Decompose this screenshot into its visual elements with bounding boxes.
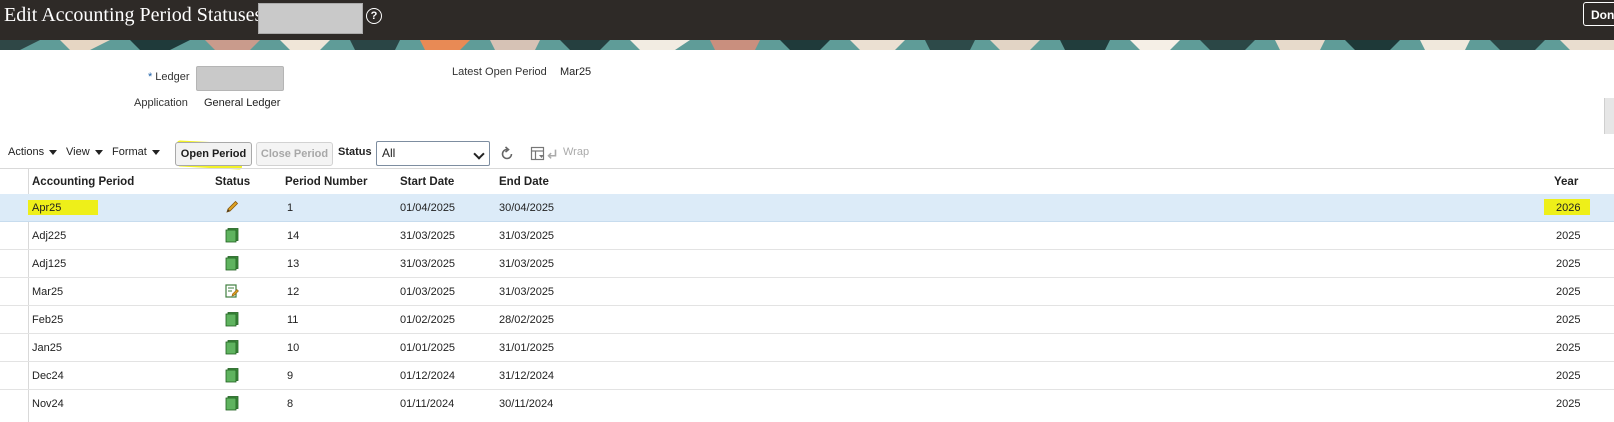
cell-year: 2025: [1556, 314, 1581, 326]
cell-year: 2025: [1556, 370, 1581, 382]
caret-down-icon: [49, 149, 58, 155]
table-row[interactable]: Nov24 8 01/11/2024 30/11/2024 2025: [0, 390, 1614, 418]
table-row[interactable]: Adj125 13 31/03/2025 31/03/2025 2025: [0, 250, 1614, 278]
view-menu-label: View: [66, 146, 90, 158]
wrap-icon: [547, 149, 557, 159]
done-button[interactable]: Done: [1583, 2, 1614, 26]
cell-period: Dec24: [32, 370, 64, 382]
cell-year: 2025: [1556, 398, 1581, 410]
format-menu[interactable]: Format: [112, 146, 160, 158]
scrollbar-thumb[interactable]: [1604, 98, 1614, 134]
redacted-ledger-name: [258, 3, 363, 34]
cell-period-number: 1: [287, 202, 294, 214]
cell-period-number: 8: [287, 398, 294, 410]
cell-period-number: 14: [287, 230, 300, 242]
cell-start-date: 01/11/2024: [400, 398, 455, 410]
ledger-book-icon: [225, 368, 239, 383]
col-header-accounting-period[interactable]: Accounting Period: [32, 176, 134, 188]
cell-start-date: 01/02/2025: [400, 314, 456, 326]
ledger-field[interactable]: [196, 66, 284, 91]
actions-menu-label: Actions: [8, 146, 45, 158]
cell-end-date: 28/02/2025: [499, 314, 555, 326]
cell-start-date: 31/03/2025: [400, 230, 456, 242]
cell-period-number: 9: [287, 370, 294, 382]
cell-period: Apr25: [32, 202, 62, 214]
cell-start-date: 31/03/2025: [400, 258, 456, 270]
actions-menu[interactable]: Actions: [8, 146, 58, 158]
decorative-banner: [0, 40, 1614, 50]
ledger-book-icon: [225, 256, 239, 271]
latest-open-period-value: Mar25: [560, 66, 592, 78]
col-header-start-date[interactable]: Start Date: [400, 176, 454, 188]
cell-end-date: 31/03/2025: [499, 286, 555, 298]
ledger-label: * Ledger: [148, 71, 190, 83]
cell-period: Feb25: [32, 314, 64, 326]
cell-period-number: 12: [287, 286, 300, 298]
cell-year: 2026: [1556, 202, 1581, 214]
cell-end-date: 31/03/2025: [499, 258, 555, 270]
col-header-period-number[interactable]: Period Number: [285, 176, 367, 188]
table-top-border: [0, 168, 1614, 169]
cell-period-number: 10: [287, 342, 300, 354]
table-row[interactable]: Mar25 12 01/03/2025 31/03/2025 2025: [0, 278, 1614, 306]
format-menu-label: Format: [112, 146, 147, 158]
cell-period: Mar25: [32, 286, 64, 298]
cell-start-date: 01/03/2025: [400, 286, 456, 298]
table-row[interactable]: Adj225 14 31/03/2025 31/03/2025 2025: [0, 222, 1614, 250]
status-filter-label: Status: [338, 146, 372, 158]
table-row[interactable]: Apr25 1 01/04/2025 30/04/2025 2026: [0, 194, 1614, 222]
cell-period: Jan25: [32, 342, 62, 354]
ledger-book-icon: [225, 340, 239, 355]
cell-period-number: 11: [287, 314, 299, 326]
cell-start-date: 01/12/2024: [400, 370, 456, 382]
chevron-down-icon: [473, 148, 485, 160]
refresh-icon[interactable]: [499, 146, 515, 162]
cell-year: 2025: [1556, 286, 1581, 298]
cell-end-date: 30/11/2024: [499, 398, 554, 410]
latest-open-period-label: Latest Open Period: [452, 66, 547, 78]
col-header-year[interactable]: Year: [1554, 176, 1578, 188]
application-value: General Ledger: [204, 97, 281, 109]
cell-year: 2025: [1556, 230, 1581, 242]
col-header-status[interactable]: Status: [215, 176, 250, 188]
cell-end-date: 31/03/2025: [499, 230, 555, 242]
caret-down-icon: [151, 149, 160, 155]
wrap-toggle[interactable]: Wrap: [563, 146, 589, 158]
table-row[interactable]: Dec24 9 01/12/2024 31/12/2024 2025: [0, 362, 1614, 390]
title-bar: Edit Accounting Period Statuses: ? Done: [0, 0, 1614, 40]
help-circle-icon[interactable]: ?: [366, 8, 382, 24]
cell-start-date: 01/01/2025: [400, 342, 456, 354]
required-indicator: *: [148, 71, 153, 83]
cell-start-date: 01/04/2025: [400, 202, 456, 214]
cell-end-date: 30/04/2025: [499, 202, 555, 214]
cell-period: Adj225: [32, 230, 67, 242]
ledger-label-text: Ledger: [155, 71, 190, 83]
ledger-book-icon: [225, 228, 239, 243]
cell-year: 2025: [1556, 258, 1581, 270]
cell-end-date: 31/01/2025: [499, 342, 555, 354]
cell-year: 2025: [1556, 342, 1581, 354]
cell-period: Nov24: [32, 398, 64, 410]
table-row[interactable]: Jan25 10 01/01/2025 31/01/2025 2025: [0, 334, 1614, 362]
ledger-book-icon: [225, 396, 239, 411]
col-header-end-date[interactable]: End Date: [499, 176, 549, 188]
open-period-button[interactable]: Open Period: [175, 142, 252, 166]
close-period-button[interactable]: Close Period: [256, 142, 333, 166]
cell-period-number: 13: [287, 258, 300, 270]
freeze-columns-icon[interactable]: [530, 146, 546, 162]
table-row[interactable]: Feb25 11 01/02/2025 28/02/2025 2025: [0, 306, 1614, 334]
edit-document-icon: [225, 284, 239, 298]
cell-period: Adj125: [32, 258, 67, 270]
caret-down-icon: [94, 149, 103, 155]
pencil-icon[interactable]: [224, 199, 240, 215]
status-filter-select[interactable]: All: [376, 141, 490, 166]
cell-end-date: 31/12/2024: [499, 370, 555, 382]
status-filter-value: All: [382, 146, 396, 160]
page-title: Edit Accounting Period Statuses:: [4, 4, 268, 26]
view-menu[interactable]: View: [66, 146, 103, 158]
application-label: Application: [134, 97, 188, 109]
ledger-book-icon: [225, 312, 239, 327]
